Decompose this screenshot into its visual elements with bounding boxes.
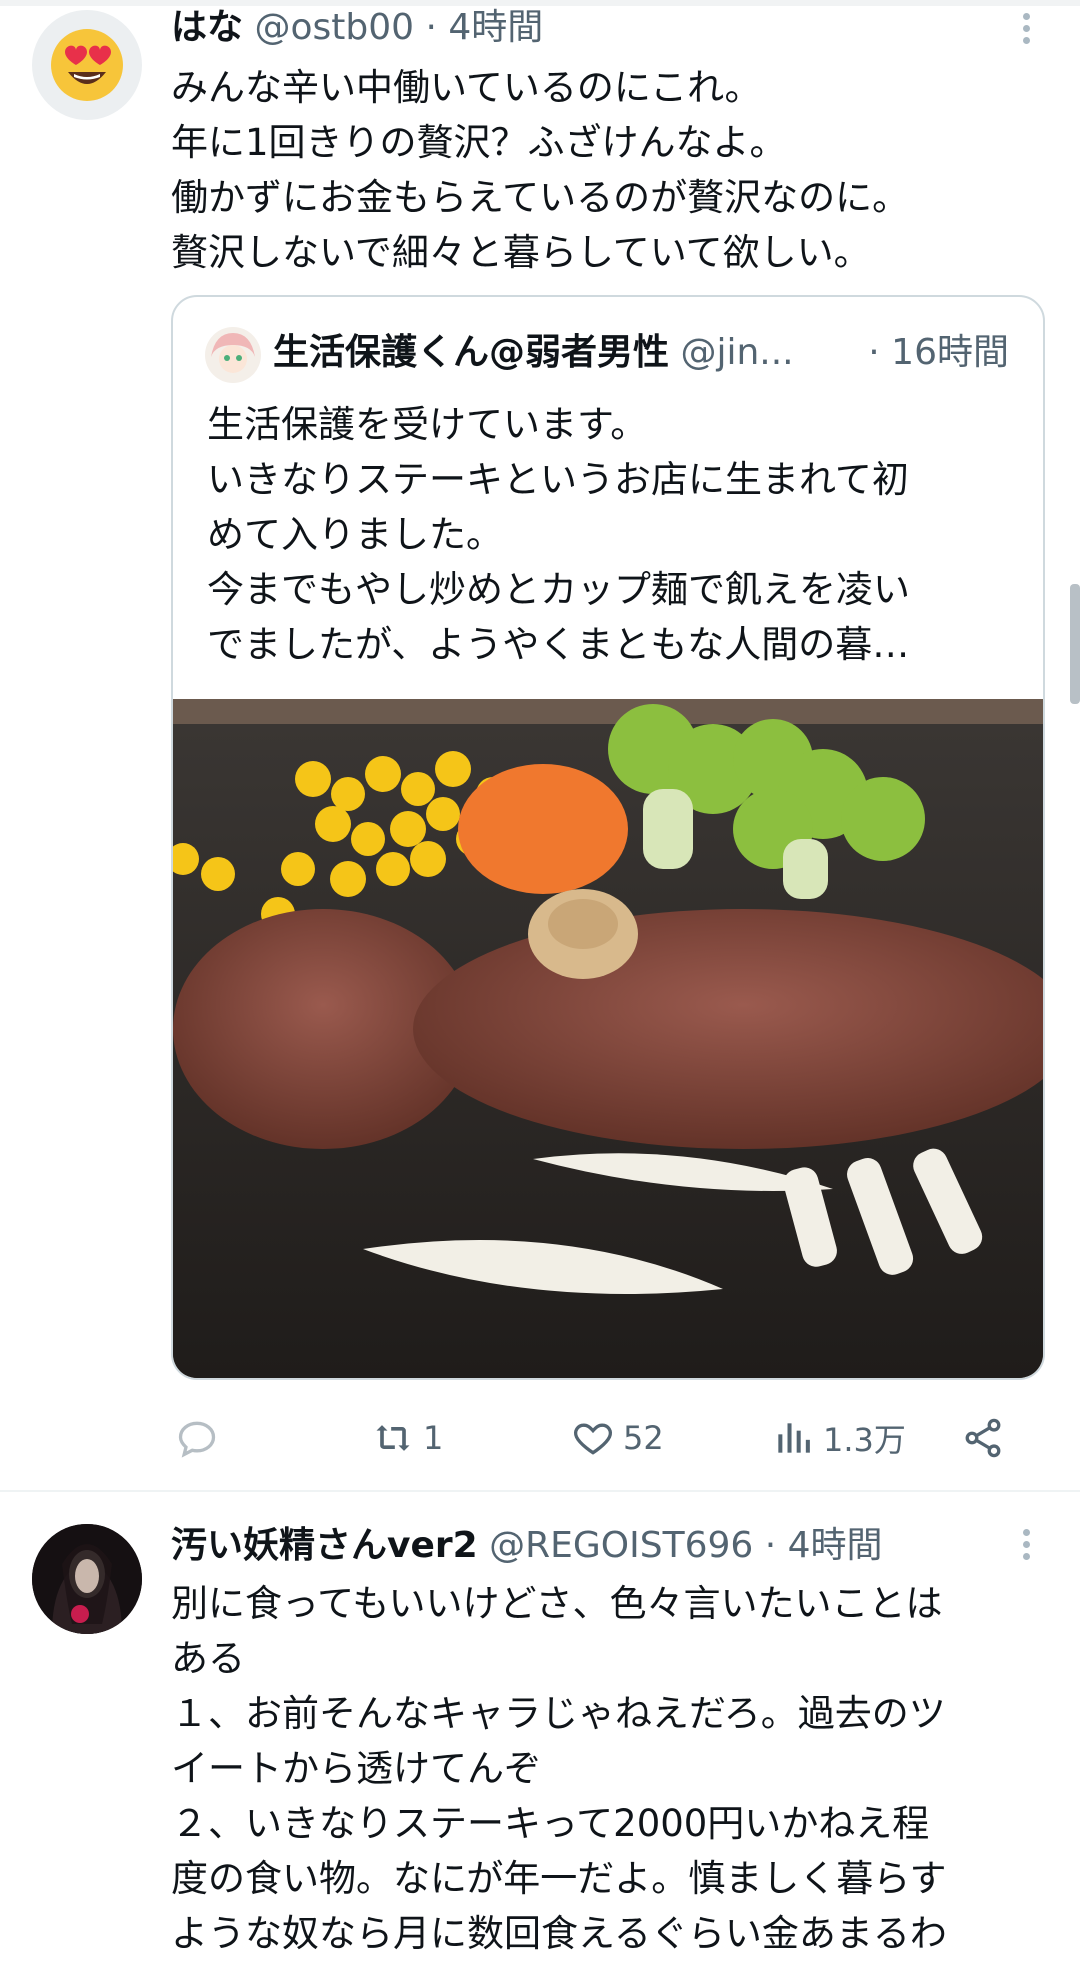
quote-display-name: 生活保護くん@弱者男性 <box>273 332 670 373</box>
share-icon <box>965 1418 1001 1458</box>
user-handle[interactable]: @REGOIST696 <box>489 1525 753 1566</box>
avatar-icon[interactable] <box>32 1524 142 1634</box>
quote-avatar-icon <box>205 327 261 383</box>
heart-icon <box>574 1423 612 1455</box>
tweet-regoist[interactable]: 汚い妖精さんver2 @REGOIST696 · 4時間 別に食ってもいいけどさ… <box>0 1492 1080 1975</box>
reply-icon <box>178 1421 216 1458</box>
steak-photo[interactable] <box>173 699 1043 1378</box>
tweet-header: はな @ostb00 · 4時間 <box>171 6 543 50</box>
timestamp[interactable]: · 4時間 <box>765 1525 883 1566</box>
retweet-button[interactable]: 1 <box>371 1410 443 1466</box>
quote-timestamp: · 16時間 <box>868 332 1009 373</box>
tweet-text: 別に食ってもいいけどさ、色々言いたいことは ある １、お前そんなキャラじゃねえだ… <box>171 1582 947 1955</box>
views-button[interactable]: 1.3万 <box>771 1410 906 1466</box>
quote-header: 生活保護くん@弱者男性 @jin... <box>273 331 794 375</box>
views-icon <box>778 1423 810 1453</box>
tweet-actions: 1 52 1.3万 <box>171 1410 1051 1466</box>
views-count: 1.3万 <box>823 1421 906 1459</box>
scrollbar[interactable] <box>1070 584 1080 704</box>
more-vertical-icon[interactable] <box>1016 1524 1036 1568</box>
tweet-hana[interactable]: はな @ostb00 · 4時間 みんな辛い中働いているのにこれ。 年に1回きり… <box>0 0 1080 1490</box>
retweet-count: 1 <box>423 1419 444 1457</box>
quote-handle: @jin... <box>680 332 794 373</box>
retweet-icon <box>376 1425 410 1451</box>
reply-button[interactable] <box>175 1410 227 1466</box>
quote-text: 生活保護を受けています。 いきなりステーキというお店に生まれて初 めて入りました… <box>207 403 910 666</box>
like-count: 52 <box>623 1419 664 1457</box>
user-handle[interactable]: @ostb00 <box>254 7 414 48</box>
display-name[interactable]: 汚い妖精さんver2 <box>171 1525 478 1566</box>
avatar-heart-eyes-icon[interactable] <box>32 10 142 120</box>
tweet-header: 汚い妖精さんver2 @REGOIST696 · 4時間 <box>171 1524 883 1568</box>
timestamp[interactable]: · 4時間 <box>425 7 543 48</box>
tweet-text: みんな辛い中働いているのにこれ。 年に1回きりの贅沢？ふざけんなよ。 働かずにお… <box>171 66 910 274</box>
share-button[interactable] <box>961 1410 1005 1466</box>
like-button[interactable]: 52 <box>571 1410 664 1466</box>
quoted-tweet[interactable]: 生活保護くん@弱者男性 @jin... · 16時間 生活保護を受けています。 … <box>171 295 1045 1380</box>
more-vertical-icon[interactable] <box>1016 8 1036 52</box>
display-name[interactable]: はな <box>171 7 243 48</box>
